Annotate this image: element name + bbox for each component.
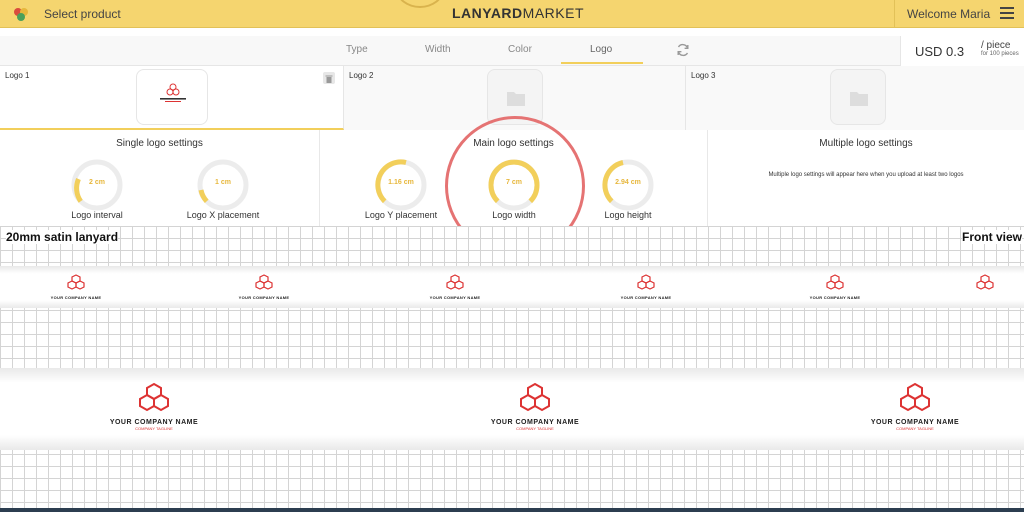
strap-logo: YOUR COMPANY NAME (790, 274, 880, 300)
dial-value: 1.16 cm (388, 179, 414, 186)
dial-value: 7 cm (506, 179, 522, 186)
tab-width[interactable]: Width (425, 44, 451, 55)
select-product-label: Select product (44, 7, 121, 21)
tab-type[interactable]: Type (346, 44, 368, 55)
dial-caption: Logo Y placement (364, 210, 438, 220)
tab-logo[interactable]: Logo (590, 44, 612, 55)
logo-y-placement-dial[interactable]: 1.16 cm Logo Y placement (365, 154, 437, 220)
single-logo-settings: Single logo settings 2 cm Logo interval … (0, 130, 320, 226)
logo-slot-2[interactable]: Logo 2 (344, 66, 686, 130)
hexagon-logo-icon (520, 382, 550, 412)
price-box: USD 0.3 / piece for 100 pieces (900, 36, 1024, 66)
group-title: Multiple logo settings (819, 138, 913, 149)
logo-width-dial[interactable]: 7 cm Logo width (479, 154, 549, 220)
dial-value: 2 cm (89, 179, 105, 186)
tab-color[interactable]: Color (508, 44, 532, 55)
welcome-label: Welcome Maria (907, 7, 991, 21)
hexagon-logo-icon (67, 274, 85, 290)
logo-slot-1[interactable]: Logo 1 (0, 66, 344, 130)
hamburger-menu-icon[interactable] (1000, 7, 1014, 19)
strap-logo: YOUR COMPANY NAME (219, 274, 309, 300)
company-name: YOUR COMPANY NAME (109, 419, 199, 426)
bottom-border (0, 508, 1024, 512)
logo-x-placement-dial[interactable]: 1 cm Logo X placement (187, 154, 259, 220)
company-name: YOUR COMPANY NAME (870, 419, 960, 426)
strap-logo: YOUR COMPANY NAME (31, 274, 121, 300)
group-title: Single logo settings (116, 138, 203, 149)
company-name: YOUR COMPANY NAME (429, 295, 481, 300)
hexagon-logo-icon (139, 382, 169, 412)
hexagon-logo-icon (637, 274, 655, 290)
dial-caption: Logo width (492, 210, 536, 220)
lanyard-strap-large: YOUR COMPANY NAME COMPANY TAGLINE YOUR C… (0, 368, 1024, 450)
company-name: YOUR COMPANY NAME (809, 295, 861, 300)
dial-value: 2.94 cm (615, 179, 641, 186)
product-logo-icon (14, 8, 28, 21)
folder-icon (507, 92, 525, 106)
strap-logo: YOUR COMPANY NAME COMPANY TAGLINE (845, 382, 985, 431)
hexagon-logo-icon (826, 274, 844, 290)
main-logo-settings: Main logo settings 1.16 cm Logo Y placem… (320, 130, 708, 226)
logo-height-dial[interactable]: 2.94 cm Logo height (593, 154, 663, 220)
brand-logo[interactable]: LANYARDMARKET (452, 5, 584, 21)
strap-logo: YOUR COMPANY NAME (601, 274, 691, 300)
strap-logo: YOUR COMPANY NAME COMPANY TAGLINE (84, 382, 224, 431)
price-per-label: / piece (981, 40, 1011, 51)
logo-slot-label: Logo 2 (349, 71, 374, 80)
strap-logo: YOUR COMPANY NAME COMPANY TAGLINE (465, 382, 605, 431)
multiple-logo-settings: Multiple logo settings Multiple logo set… (708, 130, 1024, 226)
strap-logo-partial (970, 274, 1024, 295)
hexagon-logo-icon (900, 382, 930, 412)
price-per: / piece for 100 pieces (981, 40, 1019, 57)
top-bar: Select product LANYARDMARKET Welcome Mar… (0, 0, 1024, 28)
preview-title: 20mm satin lanyard (6, 230, 119, 244)
company-tagline: COMPANY TAGLINE (896, 426, 934, 431)
logo-thumbnail[interactable] (136, 69, 208, 125)
hexagon-logo-icon (976, 274, 994, 290)
trash-icon[interactable] (323, 72, 335, 84)
hexagon-logo-icon (446, 274, 464, 290)
logo-interval-dial[interactable]: 2 cm Logo interval (62, 154, 132, 220)
hexagon-logo-icon (255, 274, 273, 290)
logo-upload-placeholder[interactable] (487, 69, 543, 125)
dial-caption: Logo height (604, 210, 652, 220)
preview-view-label: Front view (961, 230, 1022, 244)
header-decoration (396, 0, 444, 8)
strap-logo: YOUR COMPANY NAME (410, 274, 500, 300)
company-logo-icon (160, 83, 186, 102)
lanyard-strap-small: YOUR COMPANY NAME YOUR COMPANY NAME YOUR… (0, 266, 1024, 308)
folder-icon (850, 92, 868, 106)
logo-slot-3[interactable]: Logo 3 (686, 66, 1024, 130)
multiple-settings-note: Multiple logo settings will appear here … (768, 172, 964, 178)
price-amount: USD 0.3 (915, 44, 965, 59)
dial-caption: Logo X placement (186, 210, 260, 220)
lanyard-preview: 20mm satin lanyard Front view YOUR COMPA… (0, 226, 1024, 512)
logo-settings: Single logo settings 2 cm Logo interval … (0, 130, 1024, 226)
brand-bold: LANYARD (452, 5, 523, 21)
configurator-tabs: Type Width Color Logo (0, 36, 1024, 66)
company-name: YOUR COMPANY NAME (620, 295, 672, 300)
company-name: YOUR COMPANY NAME (238, 295, 290, 300)
logo-slot-label: Logo 3 (691, 71, 716, 80)
logo-slot-label: Logo 1 (5, 71, 30, 80)
price-note: for 100 pieces (981, 51, 1019, 57)
group-title: Main logo settings (473, 138, 554, 149)
company-tagline: COMPANY TAGLINE (516, 426, 554, 431)
refresh-icon[interactable] (676, 43, 690, 57)
company-name: YOUR COMPANY NAME (490, 419, 580, 426)
dial-value: 1 cm (215, 179, 231, 186)
active-tab-indicator (561, 62, 643, 64)
logo-upload-placeholder[interactable] (830, 69, 886, 125)
dial-caption: Logo interval (71, 210, 123, 220)
company-tagline: COMPANY TAGLINE (135, 426, 173, 431)
brand-light: MARKET (522, 5, 584, 21)
company-name: YOUR COMPANY NAME (50, 295, 102, 300)
select-product-button[interactable]: Select product (12, 5, 121, 23)
logo-slots: Logo 1 Logo 2 Logo 3 (0, 66, 1024, 130)
